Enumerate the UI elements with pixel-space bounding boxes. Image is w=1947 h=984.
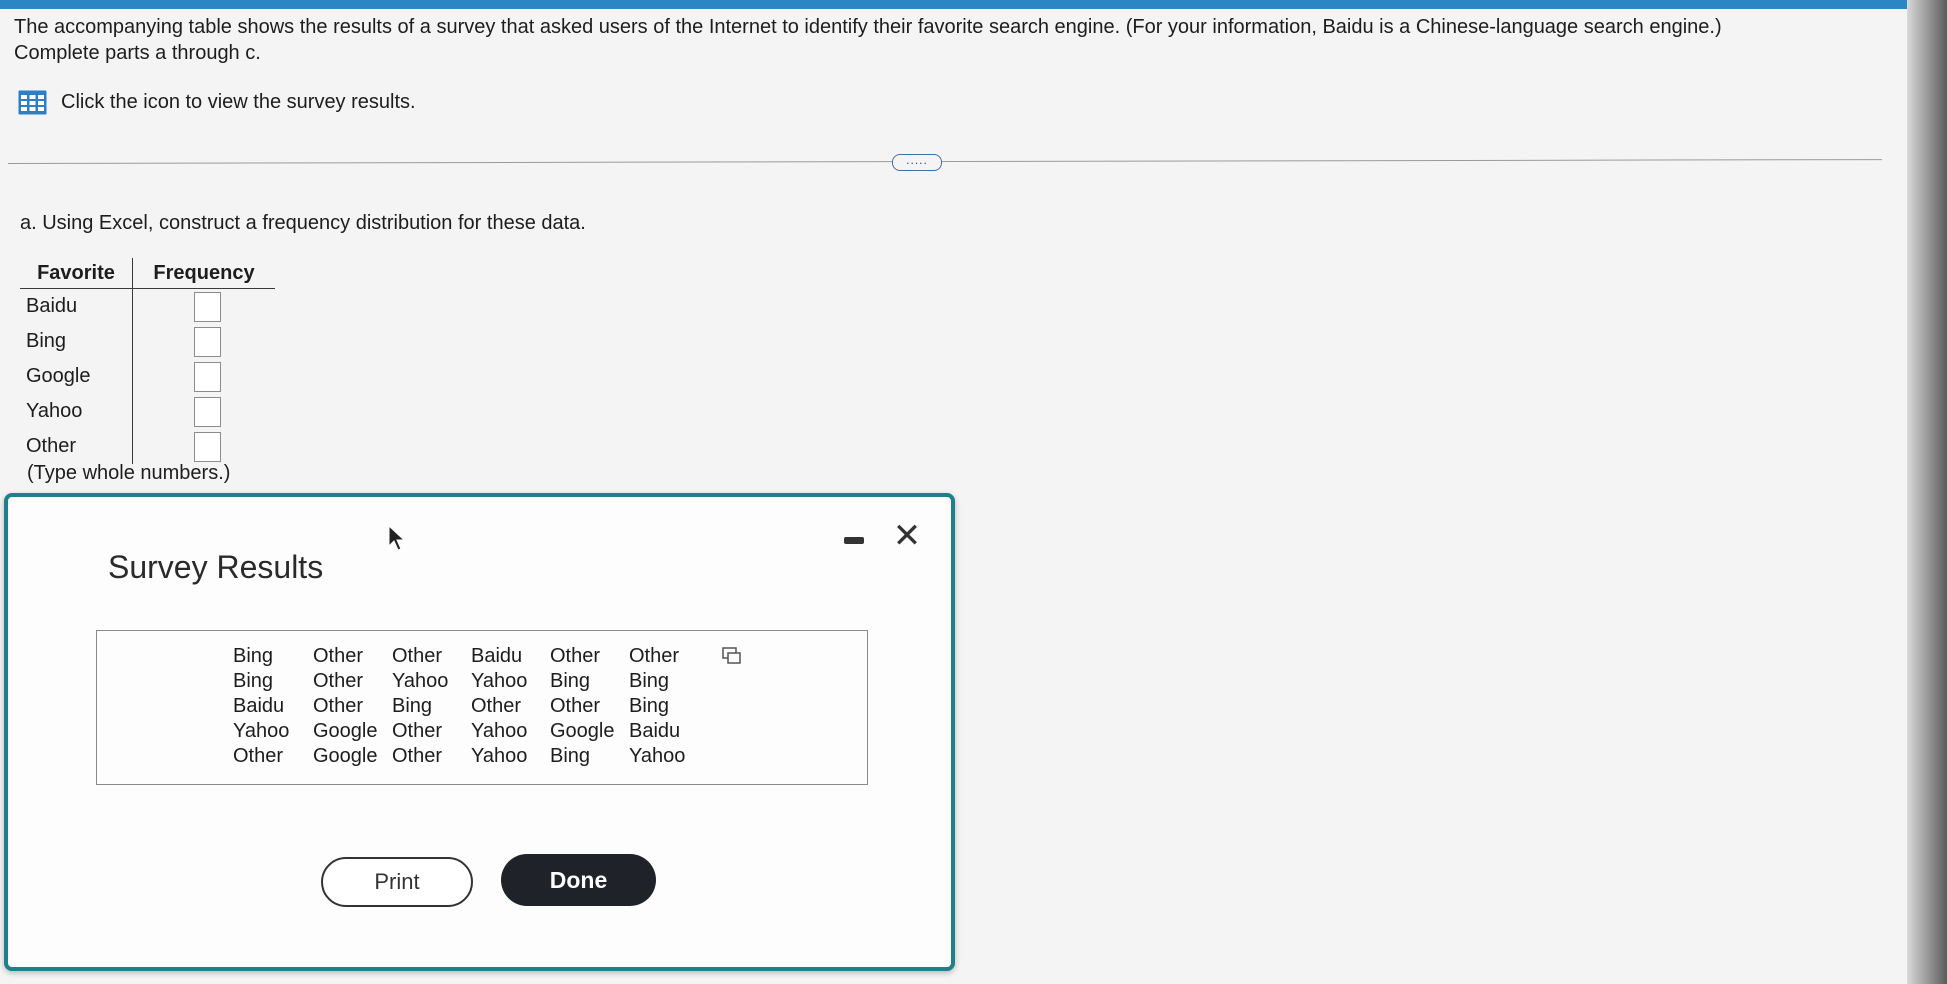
row-label: Baidu — [20, 288, 133, 324]
frequency-table: Favorite Frequency Baidu Bing Google Yah… — [20, 258, 275, 464]
intro-text: The accompanying table shows the results… — [14, 16, 1722, 38]
survey-cell: Other — [629, 645, 680, 667]
survey-cell: Baidu — [233, 695, 285, 717]
table-grid-icon[interactable] — [18, 90, 47, 115]
survey-cell: Other — [392, 645, 443, 667]
survey-results-link[interactable]: Click the icon to view the survey result… — [18, 90, 416, 115]
section-divider — [7, 159, 1882, 164]
survey-cell: Bing — [550, 670, 591, 692]
dialog-title: Survey Results — [108, 549, 324, 585]
row-label: Yahoo — [20, 394, 133, 429]
frequency-input-yahoo[interactable] — [193, 396, 221, 427]
survey-cell: Baidu — [471, 645, 523, 667]
question-intro: The accompanying table shows the results… — [14, 14, 1894, 66]
row-label: Bing — [20, 324, 133, 359]
whole-numbers-note: (Type whole numbers.) — [27, 462, 231, 484]
close-icon[interactable]: ✕ — [890, 519, 924, 553]
survey-cell: Other — [550, 695, 601, 717]
survey-data-box: Bing Other Other Baidu Other Other Bing Other Ya… — [96, 630, 868, 785]
survey-cell: Bing — [233, 645, 274, 667]
row-label: Other — [20, 429, 133, 464]
window-edge — [1907, 0, 1947, 984]
minimize-button[interactable] — [836, 519, 872, 555]
intro-instruction: Complete parts a through c. — [14, 42, 261, 64]
survey-cell: Google — [313, 720, 378, 742]
survey-cell: Google — [313, 745, 378, 767]
survey-link-text[interactable]: Click the icon to view the survey result… — [61, 91, 416, 114]
table-row: Yahoo — [20, 394, 275, 429]
table-row: Bing — [20, 324, 275, 359]
done-button[interactable]: Done — [501, 854, 656, 906]
survey-cell: Other — [313, 695, 364, 717]
minimize-icon[interactable] — [844, 537, 864, 544]
table-row: Other — [20, 429, 275, 464]
survey-cell: Bing — [233, 670, 274, 692]
table-row: Google — [20, 359, 275, 394]
survey-cell: Bing — [550, 745, 591, 767]
survey-cell: Other — [471, 695, 522, 717]
survey-results-dialog: Survey Results ✕ Bing Other Other Baidu Othe… — [4, 493, 955, 971]
table-row: Baidu — [20, 288, 275, 324]
frequency-input-other[interactable] — [193, 431, 221, 462]
survey-cell: Other — [233, 745, 284, 767]
survey-cell: Google — [550, 720, 615, 742]
mouse-cursor-icon — [388, 524, 406, 551]
row-label: Google — [20, 359, 133, 394]
favorite-header: Favorite — [20, 258, 133, 289]
survey-cell: Bing — [629, 670, 670, 692]
survey-cell: Bing — [629, 695, 670, 717]
survey-cell: Other — [550, 645, 601, 667]
survey-cell: Other — [313, 645, 364, 667]
top-accent-bar — [0, 0, 1947, 9]
frequency-input-google[interactable] — [193, 361, 221, 392]
copy-icon[interactable] — [722, 647, 742, 665]
survey-cell: Yahoo — [471, 670, 528, 692]
survey-cell: Yahoo — [629, 745, 686, 767]
survey-cell: Other — [392, 720, 443, 742]
survey-cell: Baidu — [629, 720, 681, 742]
survey-cell: Yahoo — [392, 670, 449, 692]
part-a-instruction: a. Using Excel, construct a frequency di… — [20, 212, 586, 234]
frequency-input-baidu[interactable] — [193, 291, 221, 322]
frequency-input-bing[interactable] — [193, 326, 221, 357]
survey-cell: Other — [313, 670, 364, 692]
survey-cell: Yahoo — [471, 720, 528, 742]
survey-cell: Other — [392, 745, 443, 767]
survey-data-grid: Bing Other Other Baidu Other Other Bing Other Ya… — [233, 645, 699, 770]
expand-more-button[interactable]: ..... — [892, 154, 942, 171]
print-button[interactable]: Print — [321, 857, 473, 907]
survey-cell: Yahoo — [471, 745, 528, 767]
frequency-header: Frequency — [132, 258, 275, 289]
survey-cell: Bing — [392, 695, 433, 717]
survey-cell: Yahoo — [233, 720, 290, 742]
